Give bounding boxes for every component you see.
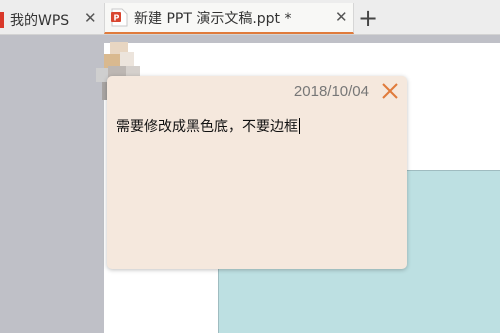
plus-icon[interactable]: + [358,4,378,32]
comment-date: 2018/10/04 [293,83,369,100]
comment-card[interactable]: 2018/10/04 需要修改成黑色底，不要边框 [107,76,407,269]
tab-my-wps[interactable]: 我的WPS ✕ [0,4,104,35]
tab-label: 新建 PPT 演示文稿.ppt * [134,10,292,27]
close-icon[interactable] [379,80,401,102]
close-icon[interactable]: ✕ [84,9,97,27]
tab-label: 我的WPS [10,12,70,29]
tab-bar: 我的WPS ✕ P 新建 PPT 演示文稿.ppt * ✕ + [0,0,500,35]
wps-logo-icon [0,11,4,28]
ppt-file-icon: P [111,8,128,27]
close-icon[interactable]: ✕ [335,8,348,26]
text-caret [299,118,300,134]
comment-input[interactable]: 需要修改成黑色底，不要边框 [116,116,300,136]
tab-presentation[interactable]: P 新建 PPT 演示文稿.ppt * ✕ [104,3,354,34]
comment-text: 需要修改成黑色底，不要边框 [116,119,298,135]
svg-text:P: P [114,14,120,23]
